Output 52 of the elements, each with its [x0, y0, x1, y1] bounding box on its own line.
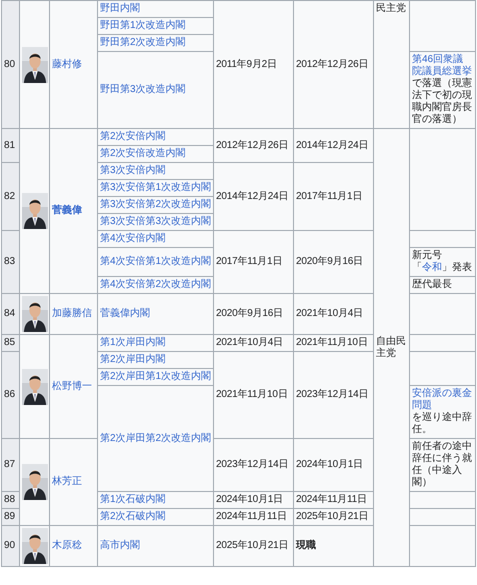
row-number: 84: [4, 308, 16, 319]
row-number: 82: [4, 190, 16, 202]
row-number: 80: [4, 58, 16, 70]
end-date: 2021年10月4日: [296, 308, 363, 319]
row-number: 81: [4, 140, 16, 150]
end-date: 2021年11月10日: [296, 337, 368, 348]
end-date: 2024年10月1日: [296, 459, 363, 470]
cabinet-link[interactable]: 菅義偉内閣: [100, 308, 150, 319]
row-number: 86: [4, 389, 16, 400]
start-date: 2012年12月26日: [216, 140, 288, 150]
person-link[interactable]: 木原稔: [52, 540, 82, 551]
end-date: 2012年12月26日: [296, 58, 368, 70]
end-date: 2025年10月21日: [296, 511, 368, 522]
start-date: 2020年9月16日: [216, 308, 283, 319]
start-date: 2021年10月4日: [216, 337, 283, 348]
start-date: 2011年9月2日: [216, 58, 277, 70]
end-date: 現職: [296, 540, 316, 551]
note-text: 第46回衆議院議員総選挙 で落選（現憲法下で初の現職内閣官房長官の落選）: [412, 54, 473, 126]
row-number: 83: [4, 256, 16, 267]
start-date: 2024年10月1日: [216, 494, 283, 505]
person-link[interactable]: 松野博一: [52, 380, 92, 392]
cabinet-link[interactable]: 野田第3次改造内閣: [100, 84, 186, 95]
end-date: 2014年12月24日: [296, 140, 368, 150]
person-link[interactable]: 菅義偉: [52, 205, 82, 216]
note-text: 歴代最長: [412, 279, 453, 291]
start-date: 2024年11月11日: [216, 511, 287, 522]
start-date: 2017年11月1日: [216, 256, 282, 267]
end-date: 2017年11月1日: [296, 190, 362, 202]
note-link[interactable]: 第46回衆議院議員総選挙: [412, 54, 473, 78]
note-link[interactable]: 安倍派の裏金問題: [412, 388, 473, 412]
start-date: 2023年12月14日: [216, 459, 288, 470]
row-number: 90: [4, 540, 16, 551]
party-name: 自由民主党: [376, 336, 406, 358]
person-link[interactable]: 藤村修: [52, 58, 82, 70]
end-date: 2023年12月14日: [296, 389, 368, 400]
row-number: 87: [4, 459, 16, 470]
person-link[interactable]: 林芳正: [52, 476, 82, 487]
note-link[interactable]: 令和: [422, 262, 442, 273]
end-date: 2020年9月16日: [296, 256, 363, 267]
start-date: 2014年12月24日: [216, 190, 288, 202]
row-number: 88: [4, 494, 16, 505]
note-text: 新元号「令和」発表: [412, 250, 473, 274]
row-number: 85: [4, 337, 16, 348]
start-date: 2021年11月10日: [216, 389, 288, 400]
row-number: 89: [4, 511, 16, 522]
cabinet-link[interactable]: 高市内閣: [100, 540, 140, 551]
note-text: 安倍派の裏金問題 を巡り途中辞任。: [412, 388, 473, 436]
note-text: 前任者の途中辞任に伴う就任（中途入閣）: [412, 441, 473, 489]
end-date: 2024年11月11日: [296, 494, 367, 505]
start-date: 2025年10月21日: [216, 540, 288, 551]
cabinet-link[interactable]: 第2次岸田第2次改造内閣: [100, 432, 212, 444]
party-name: 民主党: [376, 3, 406, 14]
